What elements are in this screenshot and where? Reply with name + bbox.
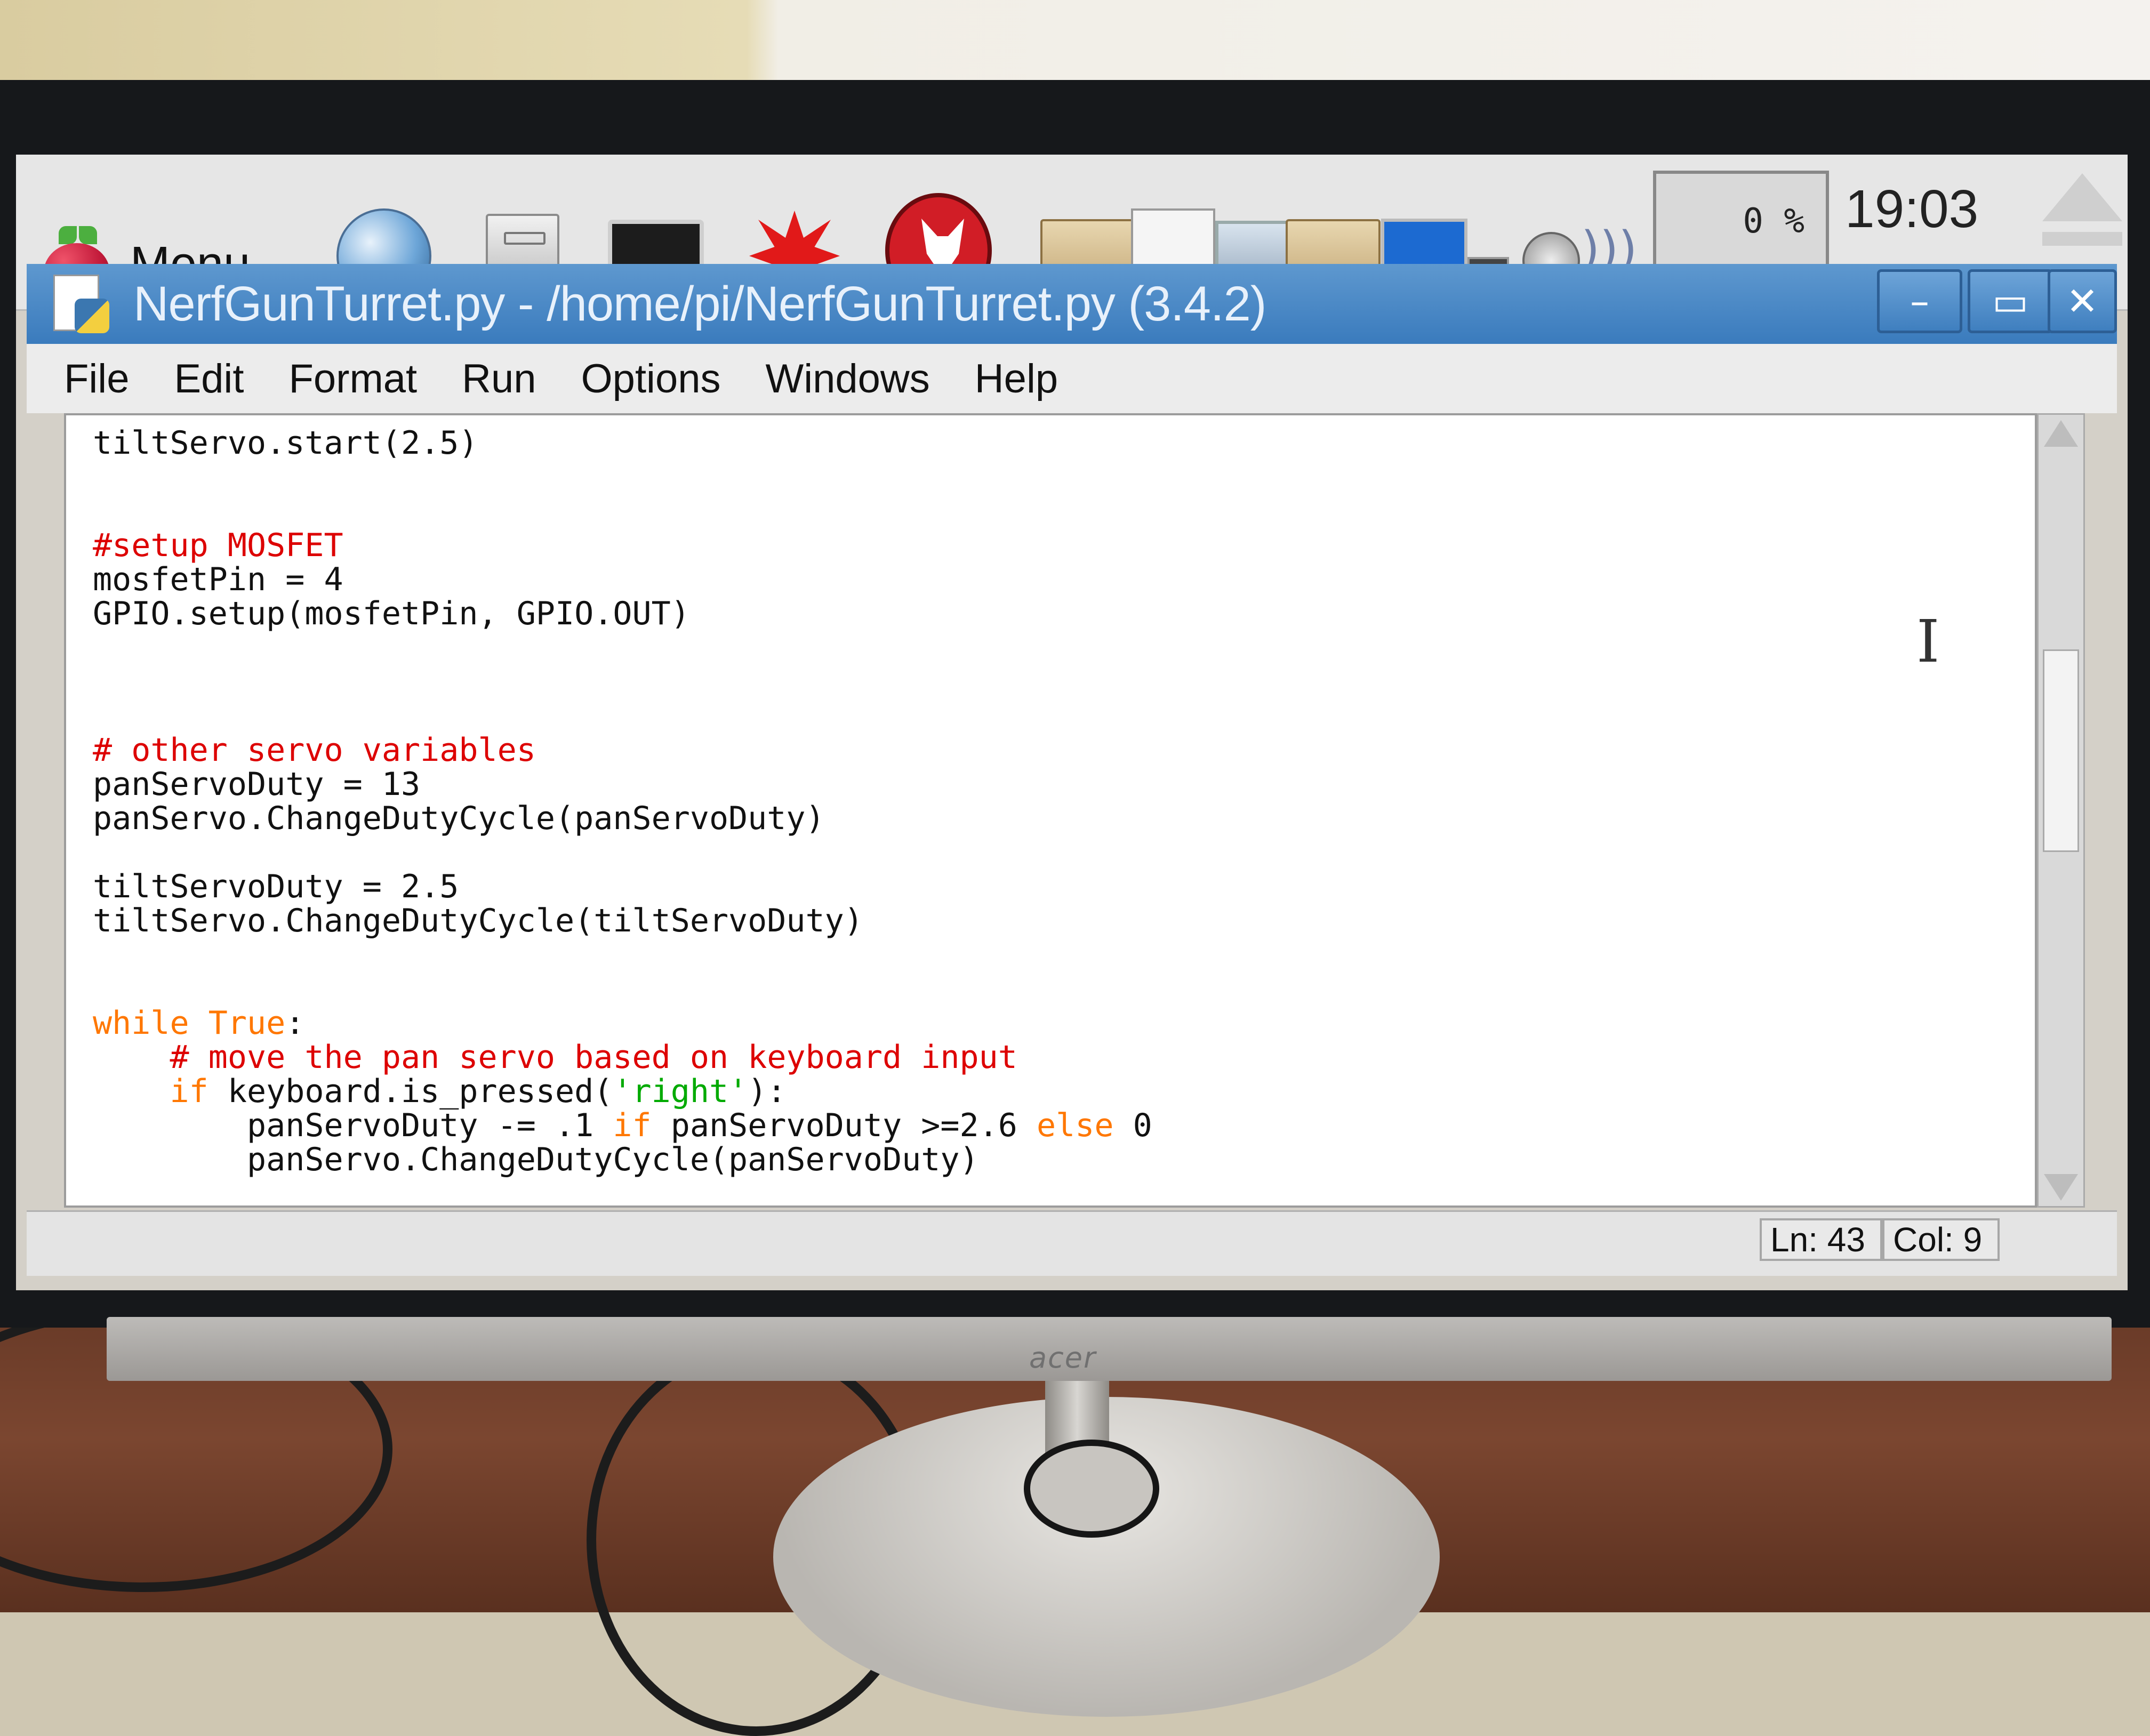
code-line[interactable] (93, 835, 1152, 870)
code-line[interactable]: if keyboard.is_pressed('right'): (93, 1074, 1152, 1108)
text-cursor-icon: I (1916, 607, 1940, 676)
code-line[interactable]: mosfetPin = 4 (93, 562, 1152, 597)
window-title: NerfGunTurret.py - /home/pi/NerfGunTurre… (133, 276, 1266, 331)
code-token: #setup MOSFET (93, 527, 343, 564)
python-icon (53, 275, 112, 333)
close-button[interactable]: ✕ (2048, 269, 2117, 333)
code-line[interactable] (93, 494, 1152, 528)
monitor-chin (107, 1317, 2112, 1381)
code-token: True (208, 1004, 286, 1042)
code-line[interactable]: tiltServo.ChangeDutyCycle(tiltServoDuty) (93, 904, 1152, 938)
clock[interactable]: 19:03 (1845, 179, 1978, 240)
code-token: panServoDuty >=2.6 (651, 1107, 1037, 1144)
code-line[interactable] (93, 699, 1152, 733)
code-token: if (613, 1107, 652, 1144)
maximize-button[interactable]: ▭ (1968, 269, 2053, 333)
code-line[interactable] (93, 460, 1152, 494)
code-line[interactable]: #setup MOSFET (93, 528, 1152, 562)
code-line[interactable] (93, 972, 1152, 1006)
code-text[interactable]: tiltServo.start(2.5) #setup MOSFET mosfetP… (93, 426, 1152, 1177)
code-token: panServoDuty = 13 (93, 766, 421, 803)
monitor-brand: acer (1029, 1341, 1097, 1375)
code-token: tiltServo.ChangeDutyCycle(tiltServoDuty) (93, 902, 863, 939)
title-bar[interactable]: NerfGunTurret.py - /home/pi/NerfGunTurre… (27, 264, 2117, 344)
code-token: panServoDuty -= .1 (93, 1107, 613, 1144)
code-token: : (285, 1004, 305, 1042)
menu-options[interactable]: Options (581, 356, 721, 402)
idle-window: NerfGunTurret.py - /home/pi/NerfGunTurre… (27, 264, 2117, 1290)
code-token: panServo.ChangeDutyCycle(panServoDuty) (93, 1141, 979, 1178)
code-token: while (93, 1004, 189, 1042)
code-line[interactable]: tiltServoDuty = 2.5 (93, 870, 1152, 904)
scroll-down-arrow-icon[interactable] (2044, 1174, 2078, 1201)
eject-icon[interactable] (2042, 173, 2122, 248)
monitor-stand-ring (1024, 1440, 1159, 1538)
code-token: 0 (1113, 1107, 1152, 1144)
screen: Menu 0 % 19:03 NerfGunTurret.py - /home/… (16, 155, 2128, 1290)
code-line[interactable] (93, 665, 1152, 699)
code-line[interactable]: # move the pan servo based on keyboard i… (93, 1040, 1152, 1074)
code-line[interactable]: # other servo variables (93, 733, 1152, 767)
code-token: else (1037, 1107, 1114, 1144)
code-editor[interactable]: tiltServo.start(2.5) #setup MOSFET mosfetP… (64, 413, 2037, 1208)
menu-file[interactable]: File (64, 356, 129, 402)
code-token: keyboard.is_pressed( (208, 1073, 613, 1110)
menu-run[interactable]: Run (462, 356, 536, 402)
line-number: Ln: 43 (1760, 1218, 1882, 1261)
status-bar: Ln: 43 Col: 9 (27, 1210, 2117, 1276)
code-line[interactable]: panServoDuty -= .1 if panServoDuty >=2.6… (93, 1108, 1152, 1143)
code-line[interactable]: panServo.ChangeDutyCycle(panServoDuty) (93, 1143, 1152, 1177)
code-line[interactable]: while True: (93, 1006, 1152, 1040)
code-token: panServo.ChangeDutyCycle(panServoDuty) (93, 800, 825, 837)
cpu-usage-monitor: 0 % (1653, 171, 1829, 272)
code-token: tiltServoDuty = 2.5 (93, 868, 459, 905)
code-token: if (170, 1073, 208, 1110)
scroll-up-arrow-icon[interactable] (2044, 420, 2078, 447)
code-token: # other servo variables (93, 732, 536, 769)
scroll-thumb[interactable] (2043, 649, 2079, 852)
code-token: # move the pan servo based on keyboard i… (170, 1039, 1017, 1076)
code-line[interactable]: tiltServo.start(2.5) (93, 426, 1152, 460)
code-line[interactable]: GPIO.setup(mosfetPin, GPIO.OUT) (93, 597, 1152, 631)
menu-format[interactable]: Format (288, 356, 417, 402)
menu-bar: File Edit Format Run Options Windows Hel… (27, 344, 2117, 413)
code-token: GPIO.setup(mosfetPin, GPIO.OUT) (93, 595, 690, 632)
code-line[interactable] (93, 938, 1152, 972)
menu-windows[interactable]: Windows (765, 356, 929, 402)
code-token: mosfetPin = 4 (93, 561, 343, 598)
minimize-button[interactable]: – (1877, 269, 1962, 333)
code-line[interactable]: panServo.ChangeDutyCycle(panServoDuty) (93, 801, 1152, 835)
column-number: Col: 9 (1882, 1218, 2000, 1261)
code-token: ): (748, 1073, 787, 1110)
code-line[interactable] (93, 631, 1152, 665)
code-token: tiltServo.start(2.5) (93, 424, 478, 462)
menu-edit[interactable]: Edit (174, 356, 244, 402)
code-line[interactable]: panServoDuty = 13 (93, 767, 1152, 801)
code-token: 'right' (613, 1073, 748, 1110)
menu-help[interactable]: Help (975, 356, 1058, 402)
vertical-scrollbar[interactable] (2037, 413, 2085, 1208)
